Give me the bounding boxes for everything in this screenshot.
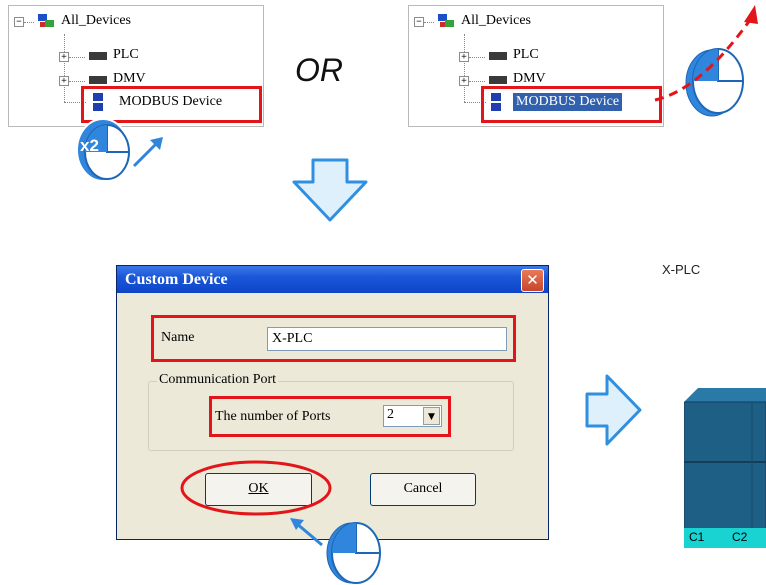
port-c2-label[interactable]: C2	[732, 530, 747, 544]
port-c1-label[interactable]: C1	[689, 530, 704, 544]
custom-device-block	[684, 388, 766, 548]
ok-annotation	[180, 460, 381, 584]
highlight-ellipse	[180, 460, 332, 516]
mouse-icon	[326, 522, 381, 584]
device-name-label: X-PLC	[662, 262, 701, 277]
pointer-arrow	[295, 521, 323, 547]
